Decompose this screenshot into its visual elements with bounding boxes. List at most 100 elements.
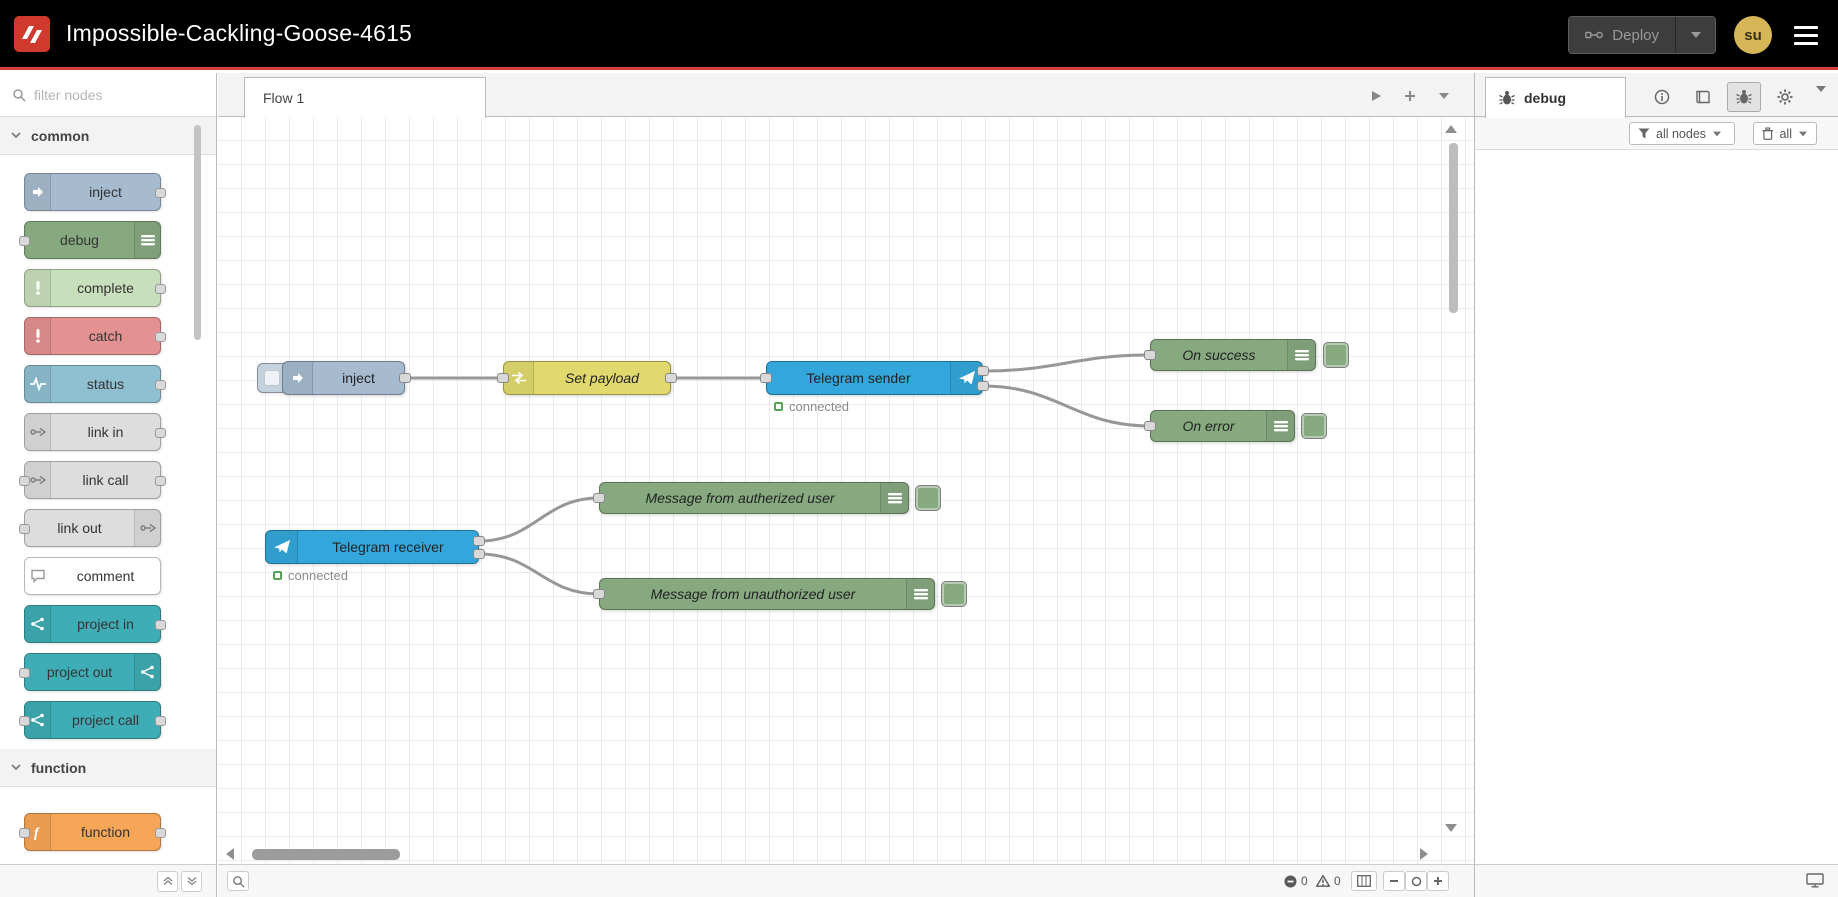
palette-node-comment[interactable]: comment xyxy=(24,557,161,595)
output-port[interactable] xyxy=(399,373,411,383)
palette-node-project-in[interactable]: project in xyxy=(24,605,166,643)
output-port xyxy=(155,188,166,198)
palette-node-link-in[interactable]: link in xyxy=(24,413,166,451)
scroll-up-arrow[interactable] xyxy=(1445,125,1457,133)
input-port[interactable] xyxy=(593,589,605,599)
node-set-payload[interactable]: Set payload xyxy=(503,361,671,395)
open-console-button[interactable] xyxy=(1806,873,1824,891)
flow-list-button[interactable] xyxy=(1432,84,1456,108)
input-port[interactable] xyxy=(760,373,772,383)
palette-node-label: project call xyxy=(72,712,139,728)
flow-tabbar: Flow 1 xyxy=(218,73,1474,118)
scroll-down-arrow[interactable] xyxy=(1445,824,1457,832)
flow-canvas[interactable]: inject Set payload Telegram sender conne… xyxy=(218,117,1474,864)
user-avatar[interactable]: su xyxy=(1734,16,1772,54)
output-port[interactable] xyxy=(473,536,485,546)
deploy-options-button[interactable] xyxy=(1675,17,1715,53)
node-telegram-receiver[interactable]: Telegram receiver xyxy=(265,530,479,564)
palette-node-inject[interactable]: inject xyxy=(24,173,166,211)
main-menu-button[interactable] xyxy=(1790,22,1822,49)
error-icon xyxy=(1284,875,1297,887)
palette-node-function[interactable]: f function xyxy=(19,813,166,851)
palette-node-status[interactable]: status xyxy=(24,365,166,403)
tab-flow-1[interactable]: Flow 1 xyxy=(244,77,486,118)
palette-node-label: function xyxy=(80,824,131,840)
wire-sender-onsuccess[interactable] xyxy=(981,353,1152,373)
add-flow-button[interactable] xyxy=(1398,84,1422,108)
circle-icon xyxy=(1411,876,1421,886)
debug-enable-toggle[interactable] xyxy=(941,581,967,607)
sidebar-tab-list-button[interactable] xyxy=(1816,86,1826,108)
palette-node-debug[interactable]: debug xyxy=(19,221,161,259)
vertical-scrollbar-thumb[interactable] xyxy=(1449,143,1458,313)
input-port[interactable] xyxy=(593,493,605,503)
output-port xyxy=(155,620,166,630)
node-message-authorized[interactable]: Message from autherized user xyxy=(599,482,909,514)
wire-sender-onerror[interactable] xyxy=(981,384,1152,428)
debug-enable-toggle[interactable] xyxy=(1301,413,1327,439)
tab-info[interactable] xyxy=(1645,82,1679,112)
output-port[interactable] xyxy=(473,549,485,559)
output-port[interactable] xyxy=(665,373,677,383)
deploy-button[interactable]: Deploy xyxy=(1569,17,1675,53)
palette-scrollbar-thumb[interactable] xyxy=(194,125,201,340)
minus-icon xyxy=(1390,880,1398,882)
collapse-all-button[interactable] xyxy=(157,870,178,892)
scroll-right-arrow[interactable] xyxy=(1420,848,1428,860)
node-message-unauthorized[interactable]: Message from unauthorized user xyxy=(599,578,935,610)
scroll-left-arrow[interactable] xyxy=(226,848,234,860)
horizontal-scrollbar-thumb[interactable] xyxy=(252,849,400,860)
node-telegram-sender[interactable]: Telegram sender xyxy=(766,361,983,395)
sidebar-tabbar: debug xyxy=(1475,73,1838,118)
palette-node-link-call[interactable]: link call xyxy=(19,461,166,499)
wire-receiver-unauthorized[interactable] xyxy=(477,552,601,596)
node-label: Telegram receiver xyxy=(332,539,444,555)
scroll-tabs-right-button[interactable] xyxy=(1364,84,1388,108)
double-chevron-down-icon xyxy=(187,876,196,886)
search-flows-button[interactable] xyxy=(227,871,249,891)
palette-node-project-out[interactable]: project out xyxy=(19,653,161,691)
inject-trigger-button[interactable] xyxy=(257,363,284,393)
zoom-reset-button[interactable] xyxy=(1405,871,1427,891)
palette-node-label: link call xyxy=(82,472,129,488)
chevron-down-icon xyxy=(1816,86,1826,108)
palette-node-project-call[interactable]: project call xyxy=(19,701,166,739)
wire-receiver-authorized[interactable] xyxy=(477,496,601,543)
list-icon xyxy=(880,483,908,513)
debug-toolbar: all nodes all xyxy=(1475,117,1838,150)
palette-node-link-out[interactable]: link out xyxy=(19,509,161,547)
expand-all-button[interactable] xyxy=(181,870,202,892)
book-icon xyxy=(1696,90,1710,104)
node-label: inject xyxy=(342,370,375,386)
svg-text:f: f xyxy=(34,826,40,840)
output-port[interactable] xyxy=(977,366,989,376)
palette-node-complete[interactable]: complete xyxy=(24,269,166,307)
navigator-button[interactable] xyxy=(1351,871,1377,891)
debug-enable-toggle[interactable] xyxy=(915,485,941,511)
input-port[interactable] xyxy=(1144,421,1156,431)
output-port xyxy=(155,332,166,342)
debug-clear-button[interactable]: all xyxy=(1753,122,1817,145)
node-inject[interactable]: inject xyxy=(282,361,405,395)
zoom-out-button[interactable] xyxy=(1383,871,1405,891)
debug-filter-button[interactable]: all nodes xyxy=(1629,122,1735,145)
error-counter: 0 xyxy=(1284,874,1308,888)
input-port[interactable] xyxy=(497,373,509,383)
tab-help[interactable] xyxy=(1686,82,1720,112)
tab-debug[interactable]: debug xyxy=(1485,77,1626,118)
input-port[interactable] xyxy=(1144,350,1156,360)
output-port[interactable] xyxy=(977,381,989,391)
node-on-success[interactable]: On success xyxy=(1150,339,1316,371)
node-on-error[interactable]: On error xyxy=(1150,410,1295,442)
palette-category-common[interactable]: common xyxy=(0,117,216,155)
palette-category-function[interactable]: function xyxy=(0,749,216,787)
tab-debug-icon[interactable] xyxy=(1727,82,1761,112)
link-icon xyxy=(25,414,51,450)
comment-icon xyxy=(25,558,51,594)
debug-enable-toggle[interactable] xyxy=(1323,342,1349,368)
palette-node-catch[interactable]: catch xyxy=(24,317,166,355)
chevron-down-icon xyxy=(1713,131,1722,136)
tab-config[interactable] xyxy=(1768,82,1802,112)
filter-nodes-input[interactable] xyxy=(34,86,184,103)
zoom-in-button[interactable] xyxy=(1427,871,1449,891)
